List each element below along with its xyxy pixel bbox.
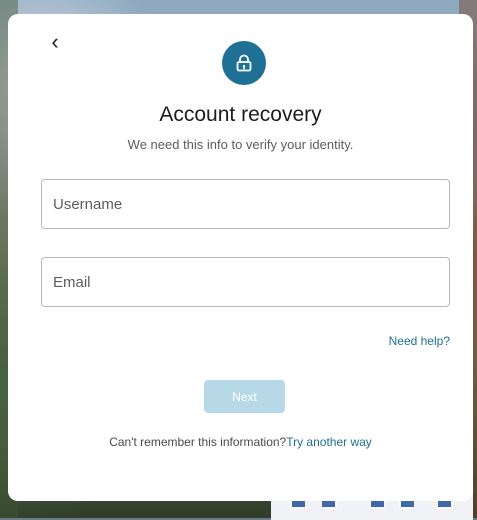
page-subtitle: We need this info to verify your identit… — [127, 137, 354, 152]
chevron-left-icon: ‹ — [51, 29, 59, 54]
lock-icon — [236, 54, 252, 72]
username-field — [41, 179, 450, 229]
recovery-prompt: Can't remember this information? — [109, 435, 287, 449]
next-button[interactable]: Next — [204, 380, 285, 413]
recovery-options: Can't remember this information?Try anot… — [8, 435, 473, 450]
back-button[interactable]: ‹ — [46, 31, 64, 53]
email-field — [41, 257, 450, 307]
lock-badge — [222, 41, 266, 85]
page-title: Account recovery — [159, 103, 322, 126]
try-another-way-link[interactable]: Try another way — [286, 435, 372, 449]
email-input[interactable] — [42, 258, 449, 306]
username-input[interactable] — [42, 180, 449, 228]
account-recovery-dialog: ‹ Account recovery We need this info to … — [8, 14, 473, 501]
need-help-link[interactable]: Need help? — [389, 334, 450, 349]
